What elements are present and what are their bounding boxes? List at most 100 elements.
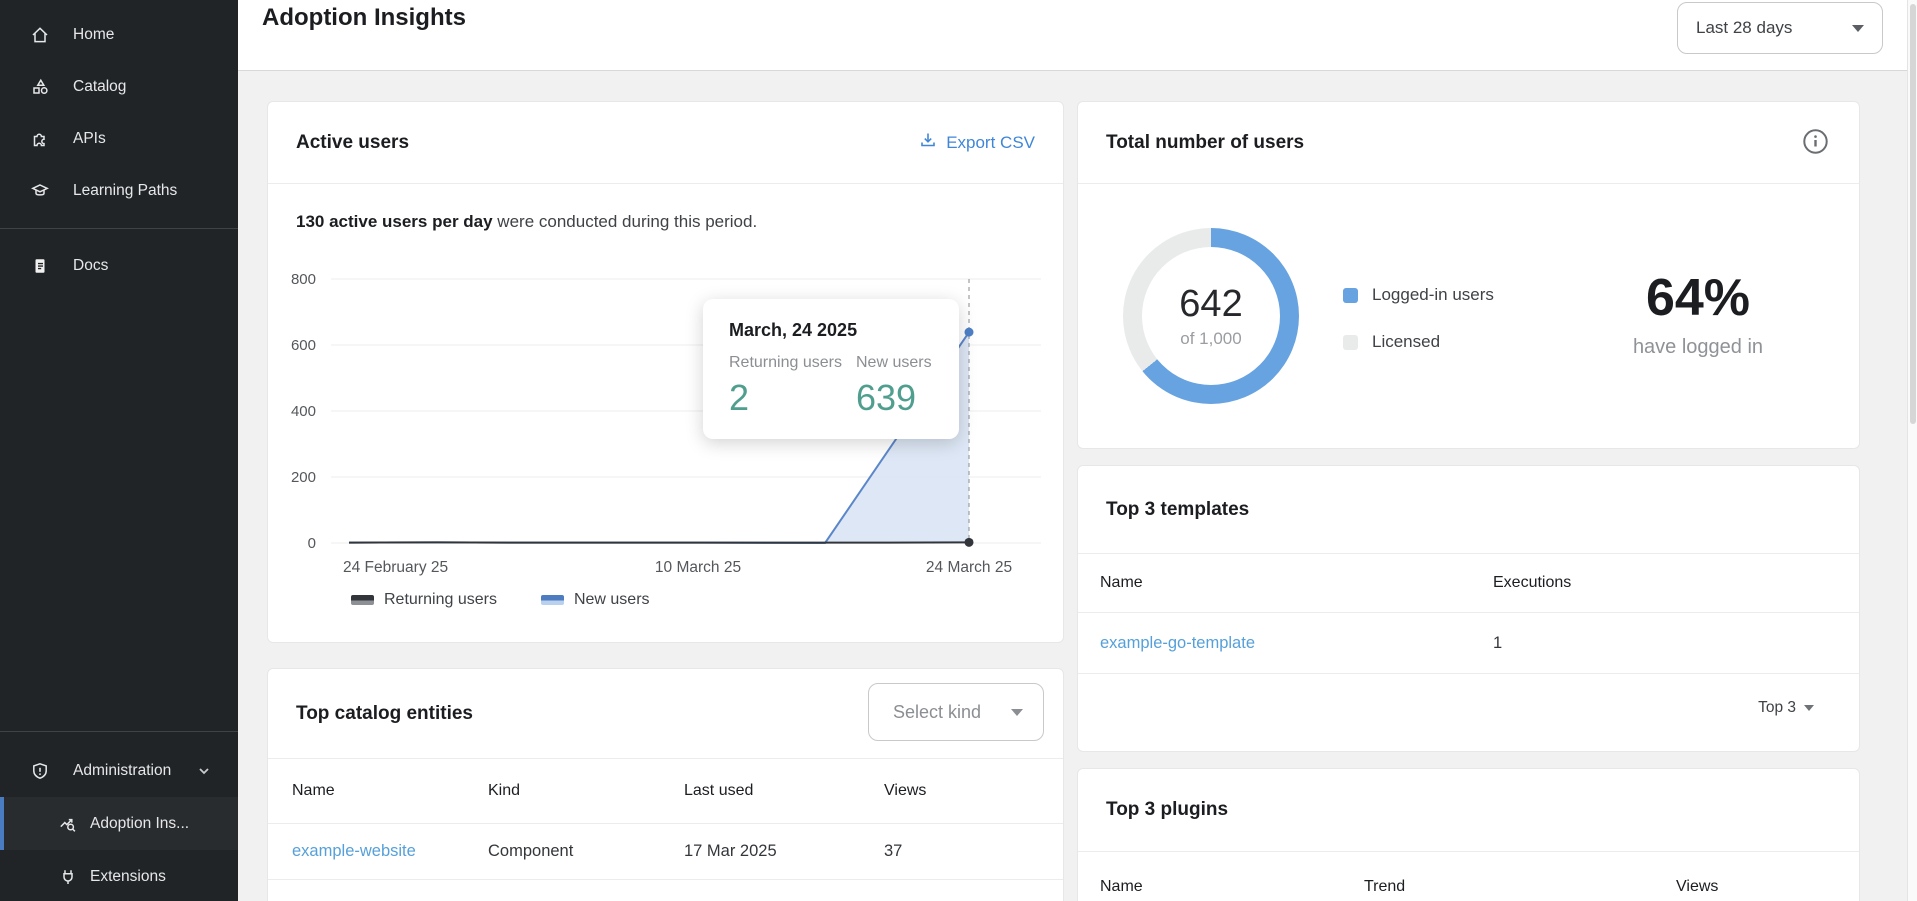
x-axis-tick-label: 10 March 25 [655,559,741,577]
entity-link[interactable]: example-website [292,842,416,861]
home-icon [30,25,50,45]
legend-label: Returning users [384,591,497,609]
table-body: example-website Component 17 Mar 2025 37 [268,824,1063,880]
sidebar-item-adoption-insights[interactable]: Adoption Ins... [0,797,238,850]
sidebar-item-label: Adoption Ins... [90,815,189,833]
donut-center-label: 642 of 1,000 [1123,228,1299,404]
date-range-value: Last 28 days [1696,18,1792,38]
template-link[interactable]: example-go-template [1100,634,1255,653]
legend-swatch-new [541,595,564,605]
legend-label: New users [574,591,650,609]
shield-alert-icon [30,761,50,781]
column-header-name: Name [1100,574,1143,592]
sidebar-top-group: Home Catalog APIs Learning Paths [0,9,238,292]
kind-filter-select[interactable]: Select kind [868,683,1044,741]
sidebar-item-administration[interactable]: Administration [0,745,238,797]
svg-text:0: 0 [308,535,316,552]
x-axis-tick-label: 24 March 25 [926,559,1012,577]
donut-subvalue: of 1,000 [1180,329,1241,349]
percent-summary: 64% have logged in [1623,272,1773,359]
table-body: example-go-template 1 [1078,613,1859,674]
top-templates-card-header: Top 3 templates [1078,466,1859,554]
apis-icon [30,129,50,149]
sidebar-item-label: Administration [73,762,171,780]
scrollbar-thumb[interactable] [1910,4,1916,424]
svg-text:200: 200 [291,469,316,486]
column-header-kind: Kind [488,782,520,800]
legend-item-licensed[interactable]: Licensed [1343,332,1494,352]
chart-legend: Returning users New users [351,591,650,609]
column-header-last-used: Last used [684,782,753,800]
column-header-name: Name [292,782,335,800]
chevron-down-icon [1852,25,1864,32]
legend-swatch-logged-in [1343,288,1358,303]
sidebar-item-learning-paths[interactable]: Learning Paths [0,165,238,217]
legend-item-returning-users[interactable]: Returning users [351,591,497,609]
sidebar-bottom-group: Administration Adoption Ins... Extension… [0,731,238,901]
date-range-select[interactable]: Last 28 days [1677,2,1883,54]
sidebar-item-label: Learning Paths [73,182,177,200]
active-indicator [0,797,4,850]
info-icon[interactable] [1802,128,1829,160]
total-users-card: Total number of users 642 of 1,000 Logge… [1077,101,1860,449]
legend-swatch-licensed [1343,335,1358,350]
sidebar-item-docs[interactable]: Docs [0,240,238,292]
tooltip-label: Returning users [729,354,856,372]
svg-text:400: 400 [291,403,316,420]
donut-value: 642 [1179,283,1242,326]
table-header-row: Name Trend Views [1078,852,1859,901]
card-title: Top catalog entities [296,703,473,725]
top-plugins-card: Top 3 plugins Name Trend Views [1077,768,1860,901]
column-header-executions: Executions [1493,574,1571,592]
top-plugins-card-header: Top 3 plugins [1078,769,1859,852]
catalog-icon [30,77,50,97]
sidebar-item-apis[interactable]: APIs [0,113,238,165]
column-header-trend: Trend [1364,878,1405,896]
sidebar-item-home[interactable]: Home [0,9,238,61]
top-catalog-entities-card: Top catalog entities Select kind Name Ki… [267,668,1064,901]
percent-caption: have logged in [1623,336,1773,359]
sidebar-item-label: Docs [73,257,108,275]
column-header-views: Views [1676,878,1718,896]
scrollbar-track[interactable] [1907,0,1917,901]
sidebar-divider [0,731,238,732]
adoption-insights-icon [58,814,78,834]
sidebar-item-label: Extensions [90,868,166,886]
chevron-down-icon [1804,705,1814,711]
top-catalog-card-header: Top catalog entities Select kind [268,669,1063,759]
executions-value: 1 [1493,634,1502,653]
tooltip-label: New users [856,354,932,372]
table-row: example-go-template 1 [1078,613,1859,674]
active-users-card: Active users Export CSV 130 active users… [267,101,1064,643]
sidebar-item-extensions[interactable]: Extensions [0,850,238,901]
tooltip-value: 639 [856,377,932,419]
donut-chart[interactable]: 642 of 1,000 [1123,228,1299,404]
table-row: example-website Component 17 Mar 2025 37 [268,824,1063,880]
legend-item-new-users[interactable]: New users [541,591,650,609]
x-axis-tick-label: 24 February 25 [343,559,448,577]
svg-text:800: 800 [291,271,316,288]
rows-per-page-select[interactable]: Top 3 [1758,699,1814,717]
docs-icon [30,256,50,276]
tooltip-date: March, 24 2025 [729,320,933,341]
page-title: Adoption Insights [262,4,466,32]
sidebar-divider [0,228,238,229]
tooltip-columns: Returning users 2 New users 639 [729,354,933,419]
legend-label: Licensed [1372,332,1440,352]
kind-value: Component [488,842,573,861]
sidebar-item-catalog[interactable]: Catalog [0,61,238,113]
kind-filter-value: Select kind [893,702,981,723]
learning-paths-icon [30,181,50,201]
donut-legend: Logged-in users Licensed [1343,285,1494,379]
sidebar-item-label: APIs [73,130,106,148]
column-header-name: Name [1100,878,1143,896]
sidebar-item-label: Catalog [73,78,126,96]
chart-tooltip: March, 24 2025 Returning users 2 New use… [703,299,959,439]
chevron-down-icon [1011,709,1023,716]
table-header-row: Name Kind Last used Views [268,759,1063,824]
legend-item-logged-in[interactable]: Logged-in users [1343,285,1494,305]
legend-swatch-returning [351,595,374,605]
sidebar: Home Catalog APIs Learning Paths [0,0,238,901]
last-used-value: 17 Mar 2025 [684,842,777,861]
rows-per-page-value: Top 3 [1758,699,1796,717]
